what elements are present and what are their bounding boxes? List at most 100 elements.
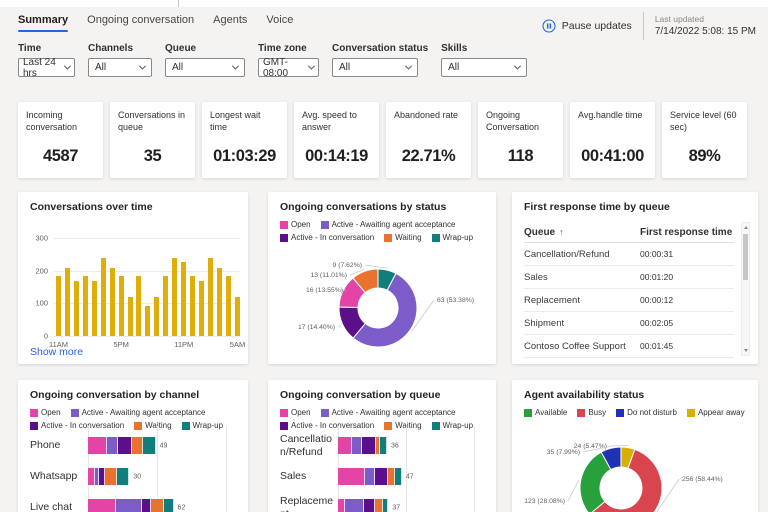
tab-ongoing-conversation[interactable]: Ongoing conversation [87, 14, 194, 33]
column-first-response-time[interactable]: First response time [640, 227, 734, 238]
bar [65, 268, 70, 336]
bar [101, 258, 106, 336]
filter-label: Conversation status [332, 43, 428, 54]
category-label: Live chat [30, 501, 88, 512]
filter-dropdown-conversation-status[interactable]: All [332, 58, 418, 77]
filter-value: All [339, 62, 350, 73]
table-body: Cancellation/Refund00:00:31Sales00:01:20… [524, 243, 734, 364]
segment-active-awaiting-agent-acceptance [365, 468, 375, 485]
filter-conversation-status: Conversation status All [332, 43, 428, 77]
filter-dropdown-channels[interactable]: All [88, 58, 152, 77]
chart-title: Conversations over time [18, 192, 248, 213]
bar-plot: 37 [338, 499, 474, 512]
bar [190, 276, 195, 336]
filter-dropdown-time[interactable]: Last 24 hrs [18, 58, 75, 77]
stacked-bar-row-sales: Sales47 [280, 461, 488, 492]
kpi-label: Abandoned rate [394, 109, 463, 121]
segment-waiting [375, 499, 383, 512]
scroll-up-icon[interactable] [744, 226, 748, 229]
kpi-row: Incoming conversation4587Conversations i… [18, 102, 747, 178]
y-axis-tick: 200 [28, 266, 48, 275]
x-axis-tick: 11PM [174, 340, 193, 349]
table-row: Contoso Coffee Support00:01:45 [524, 335, 734, 358]
ongoing-by-queue-chart: Cancellation/Refund36Sales47Replacement3… [280, 430, 488, 512]
kpi-ongoing-conversation: Ongoing Conversation 118 [478, 102, 563, 178]
total-label: 62 [178, 504, 186, 511]
response-time-cell: 00:00:31 [640, 249, 734, 259]
card-ongoing-by-channel: Ongoing conversation by channel OpenActi… [18, 380, 248, 512]
total-label: 36 [391, 442, 399, 449]
bar-plot: 30 [88, 468, 226, 485]
table-row: Contoso Coffee Sales00:00:26 [524, 358, 734, 364]
tab-agents[interactable]: Agents [213, 14, 247, 33]
kpi-value: 118 [486, 147, 555, 173]
scrollbar-thumb[interactable] [743, 234, 748, 280]
segment-active-in-conversation [364, 499, 375, 512]
filter-value: GMT-08:00 [263, 57, 309, 79]
bar [226, 276, 231, 336]
column-queue[interactable]: Queue ↑ [524, 227, 640, 238]
pause-icon [542, 19, 556, 33]
legend-row: OpenActive - Awaiting agent acceptance [280, 408, 484, 417]
response-time-cell: 00:00:12 [640, 295, 734, 305]
pause-updates-button[interactable]: Pause updates [542, 19, 632, 33]
chevron-down-icon [232, 63, 239, 70]
y-axis-tick: 300 [28, 234, 48, 243]
kpi-value: 00:14:19 [302, 147, 371, 173]
label-connector [568, 480, 579, 501]
sort-ascending-icon: ↑ [559, 227, 564, 237]
legend-item-active-awaiting-agent-acceptance: Active - Awaiting agent acceptance [71, 408, 206, 417]
segment-open [338, 468, 365, 485]
show-more-link[interactable]: Show more [30, 346, 83, 358]
chart-title: Ongoing conversation by queue [268, 380, 496, 401]
bar [217, 268, 222, 336]
segment-wrap-up [143, 437, 155, 454]
queue-cell: Replacement [524, 295, 640, 306]
scroll-down-icon[interactable] [744, 349, 748, 352]
kpi-longest-wait-time: Longest wait time01:03:29 [202, 102, 287, 178]
header-right: Pause updates Last updated 7/14/2022 5:0… [542, 12, 756, 40]
tab-summary[interactable]: Summary [18, 14, 68, 33]
segment-active-awaiting-agent-acceptance [107, 437, 118, 454]
card-ongoing-by-status: Ongoing conversations by status OpenActi… [268, 192, 496, 364]
filter-dropdown-time-zone[interactable]: GMT-08:00 [258, 58, 319, 77]
segment-wrap-up [380, 437, 387, 454]
tab-voice[interactable]: Voice [266, 14, 293, 33]
kpi-label: Ongoing Conversation [486, 109, 555, 133]
kpi-incoming-conversation: Incoming conversation4587 [18, 102, 103, 178]
chevron-down-icon [308, 63, 315, 70]
bar [208, 258, 213, 336]
filter-time: TimeLast 24 hrs [18, 43, 75, 77]
segment-wrap-up [117, 468, 129, 485]
vertical-divider [643, 12, 644, 40]
chevron-down-icon [139, 63, 146, 70]
legend-swatch [280, 422, 288, 430]
filter-bar: TimeLast 24 hrsChannelsAllQueueAllTime z… [18, 43, 527, 77]
header-divider [178, 0, 179, 7]
legend-row: Open Active - Awaiting agent acceptance [30, 408, 236, 417]
table-scrollbar[interactable] [741, 222, 750, 356]
category-label: Cancellation/Refund [280, 433, 338, 458]
segment-active-in-conversation [142, 499, 152, 512]
kpi-label: Incoming conversation [26, 109, 95, 133]
segment-wrap-up [395, 468, 402, 485]
bar [172, 258, 177, 336]
filter-dropdown-queue[interactable]: All [165, 58, 245, 77]
segment-active-in-conversation [362, 437, 376, 454]
filter-value: All [172, 62, 183, 73]
segment-waiting [132, 437, 143, 454]
legend-label: Active - Awaiting agent acceptance [332, 408, 456, 417]
queue-cell: Sales [524, 272, 640, 283]
filter-dropdown-skills[interactable]: All [441, 58, 527, 77]
legend-label: Open [41, 408, 61, 417]
gridline [54, 336, 240, 337]
bar [136, 276, 141, 336]
bars [56, 238, 240, 336]
stacked-bar [338, 499, 474, 512]
label-connector [365, 265, 388, 268]
queue-cell: Contoso Coffee Support [524, 341, 640, 352]
legend-swatch [71, 409, 79, 417]
table-row: Sales00:01:20 [524, 266, 734, 289]
total-label: 37 [392, 504, 400, 511]
kpi-value: 89% [670, 147, 739, 173]
